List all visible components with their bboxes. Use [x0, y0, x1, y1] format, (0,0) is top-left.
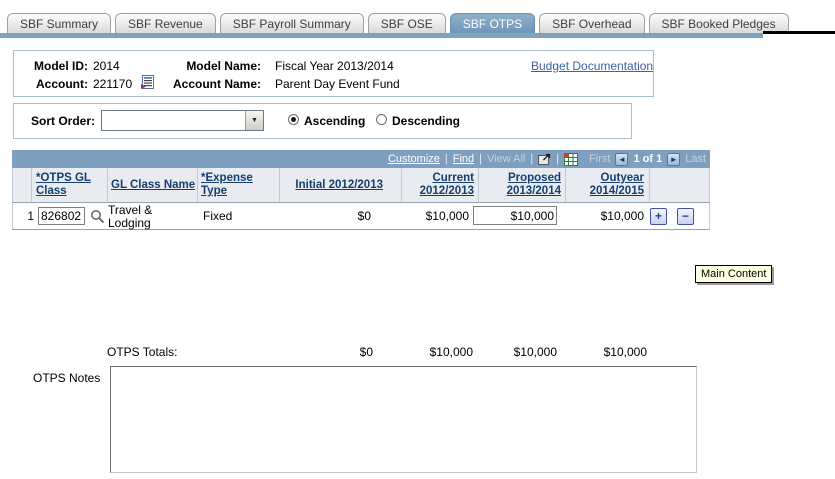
row-number: 1: [21, 210, 34, 223]
sort-order-select[interactable]: ▼: [101, 110, 264, 131]
grid-header-row: *OTPS GL Class GL Class Name *Expense Ty…: [12, 168, 710, 202]
toolbar-separator: |: [556, 153, 559, 165]
sort-order-label: Sort Order:: [31, 114, 95, 128]
initial-amount-cell: $0: [303, 210, 371, 223]
model-name-value: Fiscal Year 2013/2014: [275, 59, 394, 73]
ascending-label: Ascending: [304, 114, 365, 128]
tab-sbf-overhead[interactable]: SBF Overhead: [539, 13, 644, 33]
delete-row-button[interactable]: −: [677, 208, 694, 225]
column-header-otps-gl-class[interactable]: *OTPS GL Class: [36, 172, 94, 198]
column-header-gl-class-name[interactable]: GL Class Name: [111, 179, 195, 192]
row-position-indicator: 1 of 1: [633, 153, 662, 165]
grid-toolbar: Customize | Find | View All | | First ◄ …: [12, 150, 710, 168]
tab-underline-bar: [0, 33, 763, 38]
descending-label: Descending: [392, 114, 460, 128]
gl-class-lookup-magnifier-icon[interactable]: [90, 209, 105, 224]
download-grid-icon[interactable]: [564, 153, 578, 166]
otps-total-proposed: $10,000: [489, 345, 557, 359]
find-link[interactable]: Find: [453, 153, 474, 165]
customize-link[interactable]: Customize: [388, 153, 440, 165]
column-header-initial[interactable]: Initial 2012/2013: [279, 179, 383, 192]
sbf-otps-page: SBF Summary SBF Revenue SBF Payroll Summ…: [0, 0, 835, 479]
budget-documentation-link[interactable]: Budget Documentation: [531, 59, 653, 73]
toolbar-separator: |: [479, 153, 482, 165]
outyear-amount-cell: $10,000: [580, 210, 644, 223]
expense-type-cell: Fixed: [203, 210, 232, 223]
descending-radio[interactable]: [376, 114, 387, 125]
account-name-label: Account Name:: [114, 77, 261, 91]
otps-notes-label: OTPS Notes: [33, 371, 100, 385]
next-row-icon[interactable]: ►: [667, 153, 680, 166]
column-header-current[interactable]: Current 2012/2013: [408, 172, 474, 198]
sort-order-panel: Sort Order: ▼ Ascending Descending: [13, 103, 632, 139]
model-info-panel: Model ID: 2014 Model Name: Fiscal Year 2…: [13, 50, 654, 97]
tab-bar: SBF Summary SBF Revenue SBF Payroll Summ…: [7, 13, 789, 33]
otps-total-initial: $0: [305, 345, 373, 359]
ascending-radio[interactable]: [288, 114, 299, 125]
tab-sbf-booked-pledges[interactable]: SBF Booked Pledges: [649, 13, 789, 33]
tab-sbf-otps[interactable]: SBF OTPS: [450, 13, 535, 33]
toolbar-separator: |: [445, 153, 448, 165]
tab-sbf-summary[interactable]: SBF Summary: [7, 13, 111, 33]
first-link: First: [589, 153, 610, 165]
last-link: Last: [685, 153, 706, 165]
otps-totals-label: OTPS Totals:: [107, 345, 177, 359]
gl-class-input[interactable]: [38, 207, 85, 225]
proposed-amount-input[interactable]: [473, 206, 557, 225]
main-content-tooltip: Main Content: [695, 265, 772, 283]
popout-window-icon[interactable]: [538, 153, 551, 165]
otps-total-current: $10,000: [405, 345, 473, 359]
previous-row-icon[interactable]: ◄: [615, 153, 628, 166]
current-amount-cell: $10,000: [405, 210, 469, 223]
top-right-divider: [763, 31, 835, 34]
column-header-expense-type[interactable]: *Expense Type: [201, 172, 261, 198]
model-name-label: Model Name:: [114, 59, 261, 73]
column-header-outyear[interactable]: Outyear 2014/2015: [578, 172, 644, 198]
otps-total-outyear: $10,000: [579, 345, 647, 359]
model-id-label: Model ID:: [24, 59, 88, 73]
account-name-value: Parent Day Event Fund: [275, 77, 400, 91]
column-header-proposed[interactable]: Proposed 2013/2014: [495, 172, 561, 198]
table-row: 1 Travel & Lodging Fixed $0 $10,000 $10,…: [12, 202, 710, 230]
account-label: Account:: [24, 77, 88, 91]
gl-class-name-cell: Travel & Lodging: [108, 204, 180, 230]
tab-sbf-ose[interactable]: SBF OSE: [368, 13, 446, 33]
toolbar-separator: |: [530, 153, 533, 165]
otps-notes-textarea[interactable]: [110, 366, 697, 473]
view-all-link: View All: [487, 153, 525, 165]
add-row-button[interactable]: +: [650, 208, 667, 225]
tab-sbf-revenue[interactable]: SBF Revenue: [115, 13, 216, 33]
chevron-down-icon[interactable]: ▼: [245, 111, 263, 130]
tab-sbf-payroll-summary[interactable]: SBF Payroll Summary: [220, 13, 364, 33]
